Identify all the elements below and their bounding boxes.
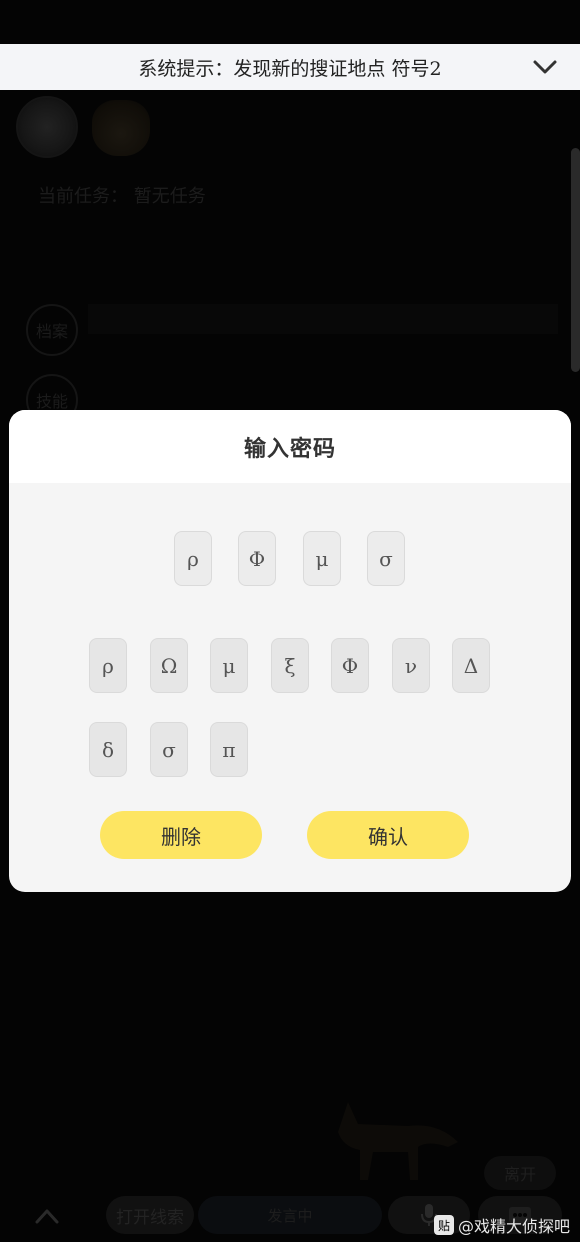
watermark-text: @戏精大侦探吧 <box>457 1217 570 1236</box>
dialog-header: 输入密码 <box>9 410 571 483</box>
watermark: 贴 @戏精大侦探吧 <box>433 1213 570 1237</box>
symbol-key[interactable]: μ <box>210 638 248 693</box>
current-task-text: 当前任务： 暂无任务 <box>38 186 206 207</box>
symbol-key[interactable]: σ <box>150 722 188 777</box>
chevron-up-icon[interactable] <box>34 1206 60 1226</box>
delete-button[interactable]: 删除 <box>100 811 262 859</box>
system-notification-bar[interactable]: 系统提示：发现新的搜证地点 符号2 <box>0 44 580 90</box>
chat-input[interactable]: 发言中 <box>198 1196 382 1234</box>
password-slot[interactable]: Φ <box>238 531 276 586</box>
password-slot[interactable]: μ <box>303 531 341 586</box>
scrollbar[interactable] <box>571 148 580 372</box>
dim-content-row <box>88 304 558 334</box>
confirm-button[interactable]: 确认 <box>307 811 469 859</box>
symbol-key[interactable]: ξ <box>271 638 309 693</box>
pet-avatar[interactable] <box>92 100 150 156</box>
password-slot[interactable]: σ <box>367 531 405 586</box>
dialog-title: 输入密码 <box>243 436 336 462</box>
password-dialog: 输入密码 ρ Φ μ σ ρ Ω μ ξ Φ ν Δ δ σ π 删除 确认 <box>9 410 571 892</box>
symbol-key[interactable]: Φ <box>331 638 369 693</box>
chevron-down-icon[interactable] <box>532 54 558 80</box>
leave-button[interactable]: 离开 <box>484 1156 556 1190</box>
password-slot[interactable]: ρ <box>174 531 212 586</box>
symbol-key[interactable]: ν <box>392 638 430 693</box>
symbol-key[interactable]: Ω <box>150 638 188 693</box>
notification-text: 系统提示：发现新的搜证地点 符号2 <box>138 57 442 80</box>
symbol-key[interactable]: δ <box>89 722 127 777</box>
symbol-key[interactable]: π <box>210 722 248 777</box>
tieba-logo-icon: 贴 <box>433 1215 454 1235</box>
symbol-key[interactable]: Δ <box>452 638 490 693</box>
open-clues-button[interactable]: 打开线索 <box>106 1196 194 1234</box>
fox-silhouette-icon <box>338 1102 458 1180</box>
player-avatar[interactable] <box>16 96 78 158</box>
symbol-key[interactable]: ρ <box>89 638 127 693</box>
profile-side-button[interactable]: 档案 <box>26 304 78 356</box>
